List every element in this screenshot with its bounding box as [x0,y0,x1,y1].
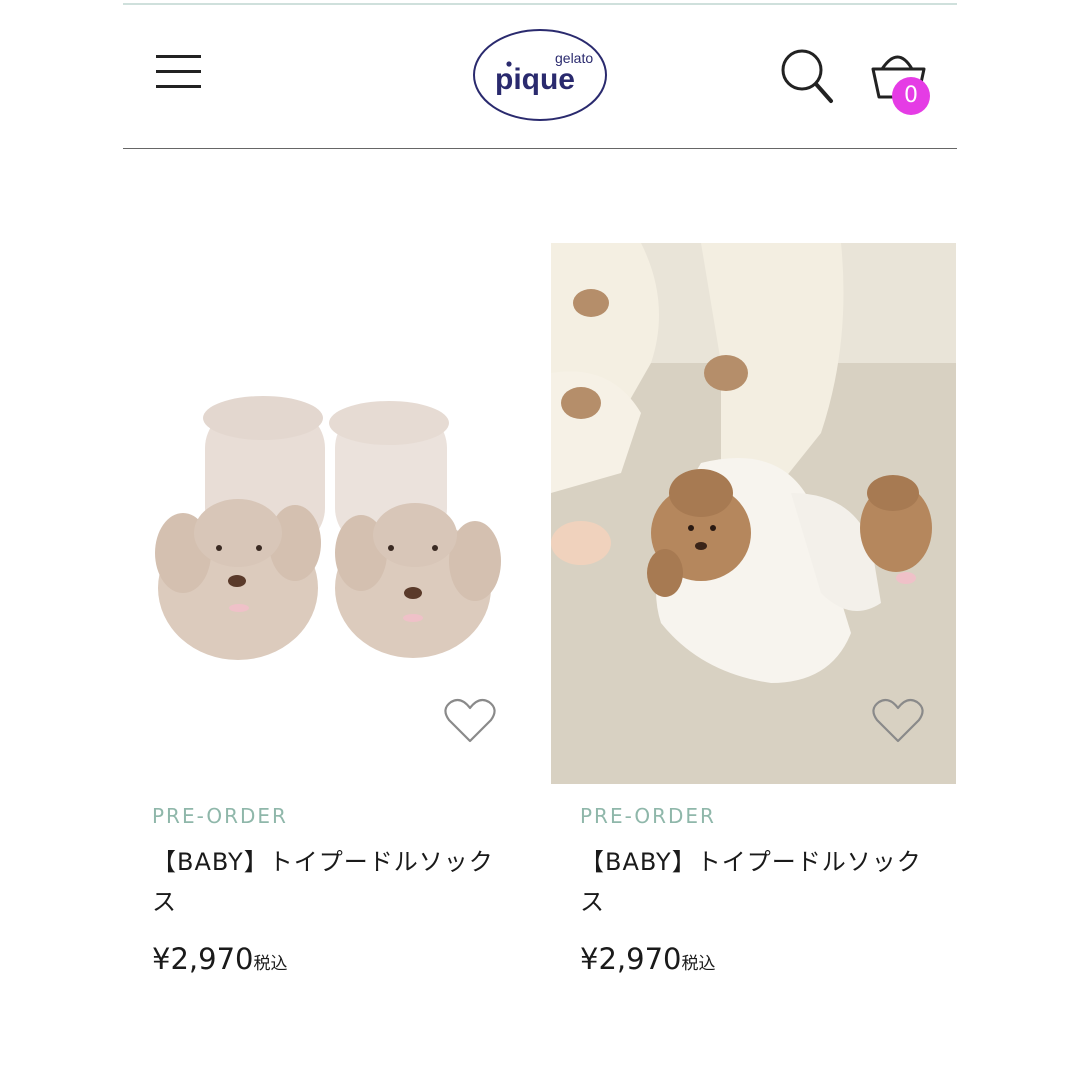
product-image[interactable] [551,243,956,784]
hamburger-line [156,85,201,88]
hamburger-line [156,70,201,73]
product-title[interactable]: 【BABY】トイプードルソックス [580,842,930,922]
site-header: gelato pique 0 [123,5,957,149]
heart-icon [872,698,924,743]
favorite-button[interactable] [443,697,497,745]
logo-pique-text: pique [495,63,575,96]
price-row: ¥2,970税込 [580,942,956,976]
preorder-label: PRE-ORDER [580,804,716,828]
product-image[interactable] [123,243,528,784]
preorder-label: PRE-ORDER [152,804,288,828]
menu-button[interactable] [156,53,202,89]
tax-label: 税込 [253,954,288,974]
hamburger-icon [156,55,201,58]
favorite-button[interactable] [871,697,925,745]
search-icon [781,49,833,103]
cart-count-badge: 0 [892,77,930,115]
product-title[interactable]: 【BABY】トイプードルソックス [152,842,502,922]
heart-icon [444,698,496,743]
product-price: ¥2,970 [152,942,254,976]
cart-button[interactable]: 0 [870,47,936,119]
product-card[interactable]: PRE-ORDER 【BABY】トイプードルソックス ¥2,970税込 [123,243,528,976]
product-price: ¥2,970 [580,942,682,976]
tax-label: 税込 [681,954,716,974]
price-row: ¥2,970税込 [152,942,528,976]
product-card[interactable]: PRE-ORDER 【BABY】トイプードルソックス ¥2,970税込 [551,243,956,976]
brand-logo[interactable]: gelato pique [471,27,609,123]
search-button[interactable] [779,47,837,107]
